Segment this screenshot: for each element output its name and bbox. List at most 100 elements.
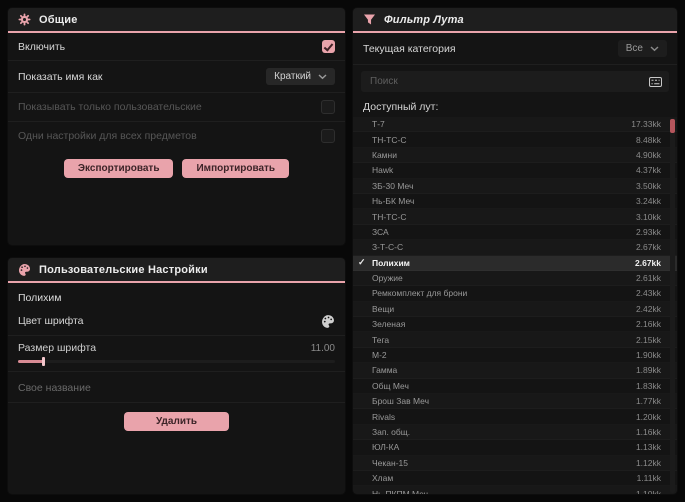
loot-item-value: 1.89kk	[635, 365, 661, 376]
loot-list-item[interactable]: Общ Меч 1.83kk	[353, 379, 677, 394]
loot-filter-panel: Фильтр Лута Текущая категория Все Доступ…	[353, 8, 677, 494]
loot-item-value: 8.48kk	[635, 134, 661, 145]
delete-button[interactable]: Удалить	[123, 412, 230, 431]
loot-list-item[interactable]: Чекан-15 1.12kk	[353, 455, 677, 471]
font-color-row: Цвет шрифта	[8, 307, 345, 336]
color-picker-icon[interactable]	[321, 314, 335, 328]
loot-list-item[interactable]: ТН-ТС-С 8.48kk	[353, 132, 677, 147]
loot-list-item[interactable]: ЗСА 2.93kk	[353, 225, 677, 240]
same-settings-checkbox[interactable]	[321, 129, 335, 143]
search-options-icon[interactable]	[649, 76, 662, 87]
loot-item-value: 1.16kk	[635, 427, 661, 437]
general-panel-title: Общие	[39, 13, 78, 26]
loot-list: Т-7 17.33kk ТН-ТС-С 8.48kk Камни 4.90kk …	[353, 117, 677, 494]
slider-handle[interactable]	[42, 357, 45, 366]
loot-list-item[interactable]: Камни 4.90kk	[353, 147, 677, 164]
custom-name-input[interactable]	[18, 380, 335, 396]
category-value: Все	[625, 43, 643, 54]
scrollbar[interactable]	[670, 118, 675, 493]
font-size-row: Размер шрифта 11.00	[8, 336, 345, 372]
slider-fill	[18, 360, 44, 363]
export-import-row: Экспортировать Импортировать	[8, 150, 345, 187]
loot-item-name: З-Т-С-С	[372, 242, 404, 253]
loot-filter-title: Фильтр Лута	[384, 13, 464, 26]
scrollbar-handle[interactable]	[670, 119, 675, 133]
loot-list-item[interactable]: Брош Зав Меч 1.77kk	[353, 394, 677, 410]
loot-list-item[interactable]: Полихим 2.67kk	[353, 255, 677, 271]
loot-item-value: 4.37kk	[635, 165, 661, 176]
loot-list-item[interactable]: Зап. общ. 1.16kk	[353, 424, 677, 441]
loot-item-value: 2.61kk	[635, 273, 661, 284]
loot-item-value: 2.16kk	[635, 319, 661, 330]
loot-list-item[interactable]: Rivals 1.20kk	[353, 409, 677, 424]
import-button[interactable]: Импортировать	[182, 159, 290, 178]
loot-list-item[interactable]: ЮЛ-КА 1.13kk	[353, 440, 677, 455]
export-button[interactable]: Экспортировать	[63, 159, 174, 178]
font-size-slider[interactable]	[18, 357, 335, 366]
loot-list-item[interactable]: Хлам 1.11kk	[353, 471, 677, 486]
loot-item-value: 1.83kk	[635, 380, 661, 391]
loot-item-name: Hawk	[372, 165, 394, 176]
loot-list-item[interactable]: Т-7 17.33kk	[353, 117, 677, 133]
loot-item-value: 17.33kk	[631, 119, 661, 130]
loot-list-item[interactable]: Hawk 4.37kk	[353, 163, 677, 178]
loot-list-item[interactable]: Тега 2.15kk	[353, 332, 677, 348]
loot-item-name: Хлам	[372, 473, 394, 484]
font-color-label: Цвет шрифта	[18, 315, 84, 327]
loot-item-value: 1.11kk	[636, 473, 661, 484]
palette-icon	[18, 263, 31, 276]
loot-item-value: 1.10kk	[635, 488, 661, 494]
show-name-value: Краткий	[274, 71, 311, 82]
chevron-down-icon	[650, 45, 659, 52]
general-panel-header: Общие	[8, 8, 345, 33]
delete-row: Удалить	[8, 403, 345, 440]
enable-row: Включить	[8, 33, 345, 61]
loot-item-name: Зап. общ.	[372, 427, 411, 437]
loot-item-name: Брош Зав Меч	[372, 396, 430, 407]
show-name-select[interactable]: Краткий	[266, 68, 335, 85]
loot-list-item[interactable]: З-Т-С-С 2.67kk	[353, 240, 677, 256]
loot-list-item[interactable]: ЗБ-30 Меч 3.50kk	[353, 178, 677, 194]
custom-settings-panel: Пользовательские Настройки Полихим Цвет …	[8, 258, 345, 494]
loot-list-item[interactable]: М-2 1.90kk	[353, 348, 677, 363]
loot-item-name: Камни	[372, 149, 397, 160]
loot-list-item[interactable]: Ремкомплект для брони 2.43kk	[353, 286, 677, 301]
loot-item-value: 3.50kk	[635, 180, 661, 191]
only-custom-checkbox[interactable]	[321, 100, 335, 114]
enable-checkbox[interactable]	[322, 40, 335, 53]
loot-list-item[interactable]: Оружие 2.61kk	[353, 270, 677, 287]
loot-item-value: 2.67kk	[635, 242, 661, 253]
loot-list-item[interactable]: ТН-ТС-С 3.10kk	[353, 209, 677, 225]
only-custom-row: Показывать только пользовательские	[8, 93, 345, 122]
search-input[interactable]	[368, 75, 649, 88]
chevron-down-icon	[318, 73, 327, 80]
loot-item-value: 1.13kk	[635, 442, 661, 453]
loot-list-item[interactable]: Нь-БК Меч 3.24kk	[353, 194, 677, 209]
loot-list-item[interactable]: Зеленая 2.16kk	[353, 317, 677, 332]
same-settings-label: Одни настройки для всех предметов	[18, 130, 197, 142]
loot-item-name: Зеленая	[372, 319, 406, 330]
enable-label: Включить	[18, 40, 66, 53]
loot-list-item[interactable]: Гамма 1.89kk	[353, 363, 677, 379]
loot-list-item[interactable]: Вещи 2.42kk	[353, 301, 677, 318]
loot-item-value: 1.12kk	[635, 457, 661, 468]
font-size-value: 11.00	[310, 342, 335, 354]
search-bar	[361, 71, 669, 92]
loot-item-name: Чекан-15	[372, 457, 409, 468]
loot-item-value: 2.43kk	[635, 288, 661, 299]
loot-item-value: 2.67kk	[635, 257, 661, 268]
loot-item-value: 1.90kk	[635, 350, 661, 361]
loot-item-name: Тега	[372, 334, 390, 345]
loot-item-value: 2.93kk	[635, 226, 661, 237]
loot-list-item[interactable]: Нь-ПКПМ Меч 1.10kk	[353, 486, 677, 494]
category-label: Текущая категория	[363, 42, 456, 55]
loot-item-name: М-2	[372, 350, 387, 361]
loot-item-name: Полихим	[372, 257, 410, 268]
loot-item-name: Гамма	[372, 365, 398, 376]
loot-item-name: ЮЛ-КА	[372, 442, 400, 453]
loot-item-name: Нь-ПКПМ Меч	[372, 488, 429, 494]
loot-item-value: 2.15kk	[635, 334, 661, 345]
custom-settings-header: Пользовательские Настройки	[8, 258, 345, 283]
loot-item-name: ТН-ТС-С	[372, 211, 407, 222]
category-select[interactable]: Все	[617, 40, 667, 57]
